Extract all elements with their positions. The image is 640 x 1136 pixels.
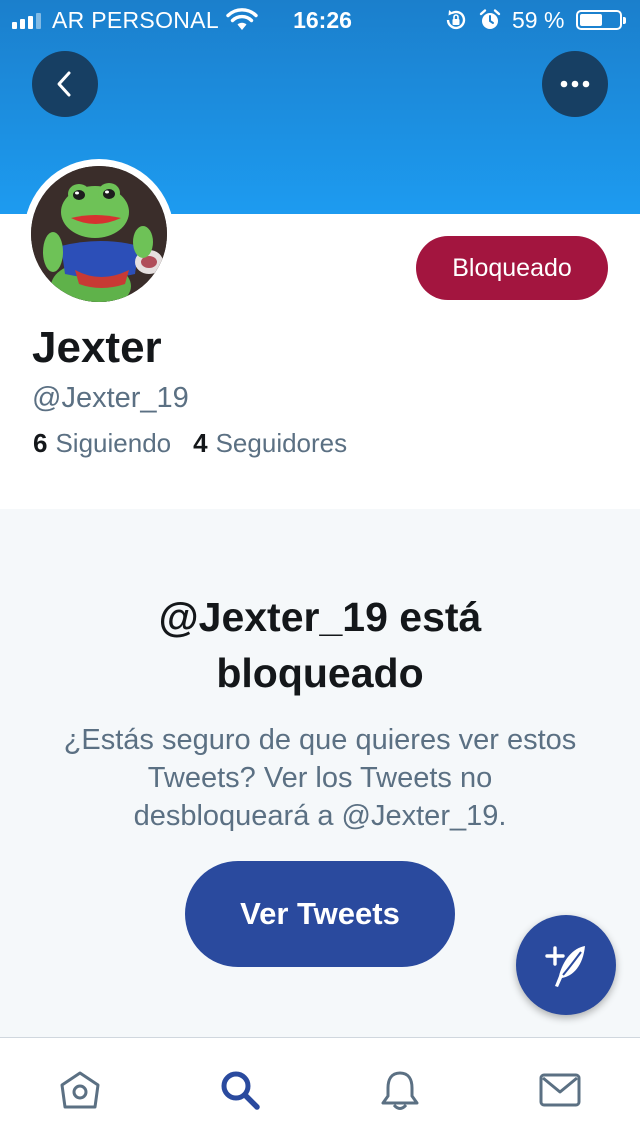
- back-button[interactable]: [32, 51, 98, 117]
- blocked-title: @Jexter_19 está bloqueado: [158, 594, 482, 696]
- battery-percentage: 59 %: [512, 7, 565, 33]
- followers-count: 4: [193, 428, 208, 458]
- battery-icon: [576, 10, 626, 30]
- status-bar: AR PERSONAL 16:26 59 %: [0, 0, 640, 40]
- more-options-button[interactable]: [542, 51, 608, 117]
- bell-icon: [381, 1071, 419, 1110]
- home-icon: [60, 1071, 100, 1109]
- following-label: Siguiendo: [55, 428, 172, 458]
- avatar-image: [31, 166, 167, 302]
- following-count: 6: [33, 428, 48, 458]
- profile-handle: @Jexter_19: [32, 382, 189, 414]
- avatar[interactable]: [24, 159, 174, 309]
- tab-bar: [0, 1037, 640, 1136]
- tab-home[interactable]: [58, 1068, 102, 1112]
- compose-tweet-button[interactable]: [516, 915, 616, 1015]
- alarm-icon: [478, 8, 502, 38]
- following-link[interactable]: 6 Siguiendo: [33, 428, 171, 459]
- see-tweets-button[interactable]: Ver Tweets: [185, 861, 455, 967]
- compose-tweet-icon: [545, 946, 585, 987]
- profile-name: Jexter: [32, 323, 162, 372]
- blocked-button[interactable]: Bloqueado: [416, 236, 608, 300]
- rotation-lock-icon: [444, 8, 468, 38]
- mail-icon: [539, 1073, 581, 1107]
- followers-label: Seguidores: [215, 428, 348, 458]
- tab-notifications[interactable]: [378, 1068, 422, 1112]
- ellipsis-icon: [560, 80, 590, 88]
- search-icon: [221, 1071, 260, 1110]
- followers-link[interactable]: 4 Seguidores: [193, 428, 347, 459]
- tab-messages[interactable]: [538, 1068, 582, 1112]
- blocked-message: ¿Estás seguro de que quieres ver estos T…: [63, 724, 577, 832]
- chevron-left-icon: [57, 71, 71, 97]
- tab-search[interactable]: [218, 1068, 262, 1112]
- profile-counts: 6 Siguiendo 4 Seguidores: [33, 428, 347, 459]
